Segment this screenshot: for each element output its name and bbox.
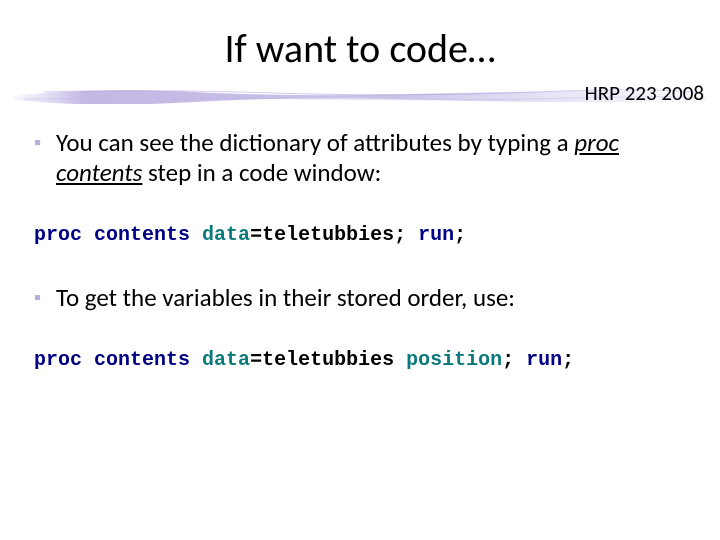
code-option-position: position xyxy=(406,349,502,372)
code-text: =teletubbies xyxy=(250,349,406,372)
bullet-square-icon: ▪ xyxy=(34,283,48,313)
bullet-text: To get the variables in their stored ord… xyxy=(56,283,696,313)
code-keyword-proc: proc xyxy=(34,224,94,247)
slide-body: ▪ You can see the dictionary of attribut… xyxy=(34,128,696,408)
bullet-item: ▪ You can see the dictionary of attribut… xyxy=(34,128,696,188)
bullet-item: ▪ To get the variables in their stored o… xyxy=(34,283,696,313)
code-line-1: proc contents data=teletubbies; run; xyxy=(34,224,696,247)
code-option-data: data xyxy=(202,349,250,372)
code-option-data: data xyxy=(202,224,250,247)
slide-title: If want to code… xyxy=(0,24,720,73)
bullet-square-icon: ▪ xyxy=(34,128,48,158)
code-text: ; xyxy=(454,224,466,247)
course-tag: HRP 223 2008 xyxy=(585,80,704,106)
code-text: ; xyxy=(502,349,526,372)
bullet-text: You can see the dictionary of attributes… xyxy=(56,128,696,188)
text-fragment: step in a code window: xyxy=(142,157,381,188)
code-keyword-contents: contents xyxy=(94,349,202,372)
code-keyword-run: run xyxy=(418,224,454,247)
code-keyword-run: run xyxy=(526,349,562,372)
slide: If want to code… HRP 223 2008 ▪ You can … xyxy=(0,0,720,540)
code-text: ; xyxy=(562,349,574,372)
code-text: =teletubbies; xyxy=(250,224,418,247)
code-line-2: proc contents data=teletubbies position;… xyxy=(34,349,696,372)
code-keyword-contents: contents xyxy=(94,224,202,247)
code-keyword-proc: proc xyxy=(34,349,94,372)
text-fragment: You can see the dictionary of attributes… xyxy=(56,127,574,158)
